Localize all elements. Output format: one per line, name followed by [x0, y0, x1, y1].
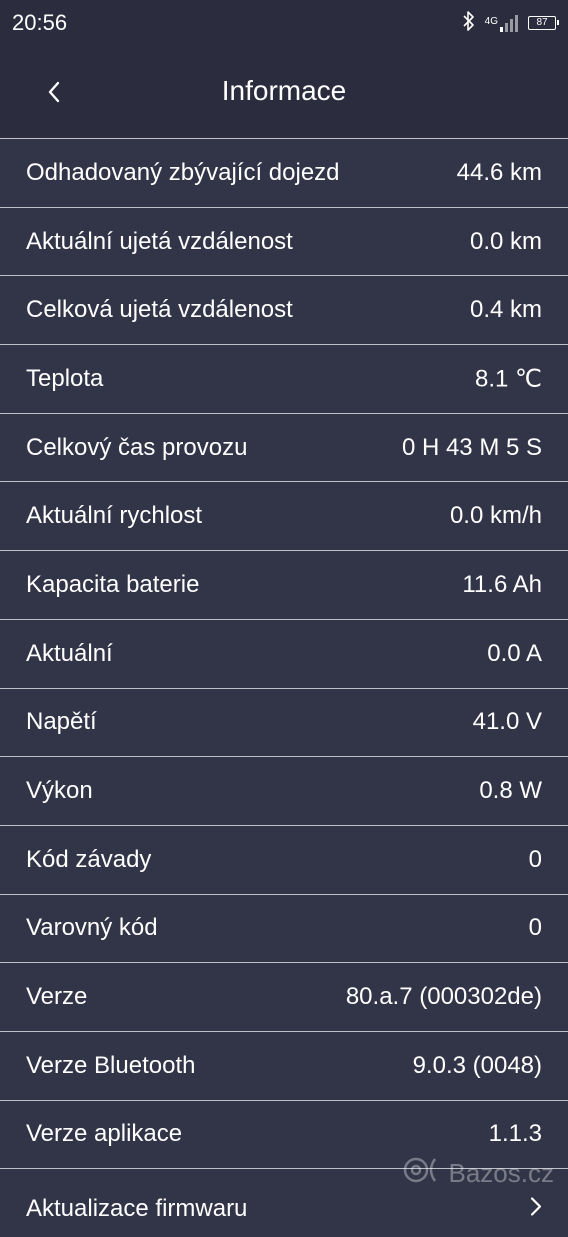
info-list: Odhadovaný zbývající dojezd 44.6 km Aktu…	[0, 138, 568, 1237]
info-row: Aktuální rychlost 0.0 km/h	[0, 481, 568, 551]
row-value: 0.0 km	[469, 227, 542, 255]
status-icons: 4G 87	[463, 10, 559, 36]
info-row: Celkový čas provozu 0 H 43 M 5 S	[0, 412, 568, 482]
row-label: Výkon	[26, 777, 93, 805]
row-value: 9.0.3 (0048)	[412, 1051, 542, 1079]
row-value: 0	[528, 845, 542, 873]
row-value: 44.6 km	[456, 158, 542, 186]
info-row: Verze Bluetooth 9.0.3 (0048)	[0, 1030, 568, 1100]
row-label: Verze	[26, 983, 88, 1011]
row-value: 0.8 W	[479, 777, 542, 805]
row-label: Celkový čas provozu	[26, 433, 248, 461]
row-value: 0 H 43 M 5 S	[401, 433, 542, 461]
row-label: Napětí	[26, 708, 97, 736]
info-row: Verze 80.a.7 (000302de)	[0, 962, 568, 1031]
row-label: Celková ujetá vzdálenost	[26, 296, 293, 324]
row-value: 0.0 A	[487, 639, 542, 667]
row-value: 0.4 km	[469, 296, 542, 324]
info-row: Celková ujetá vzdálenost 0.4 km	[0, 275, 568, 345]
row-value: 0	[528, 914, 542, 942]
battery-icon: 87	[528, 16, 559, 30]
header: Informace	[0, 48, 568, 138]
chevron-right-icon	[530, 1197, 542, 1222]
watermark: Bazos.cz	[401, 1155, 555, 1192]
status-time: 20:56	[12, 10, 68, 35]
bluetooth-icon	[463, 10, 475, 36]
network-type-label: 4G	[484, 16, 498, 27]
info-row: Odhadovaný zbývající dojezd 44.6 km	[0, 138, 568, 207]
row-label: Odhadovaný zbývající dojezd	[26, 158, 340, 186]
page-title: Informace	[221, 75, 347, 106]
row-label: Aktuální rychlost	[26, 502, 203, 530]
info-row: Kapacita baterie 11.6 Ah	[0, 550, 568, 619]
row-label: Verze Bluetooth	[26, 1051, 196, 1079]
row-label: Aktuální ujetá vzdálenost	[26, 227, 293, 255]
row-value: 0.0 km/h	[449, 502, 542, 530]
battery-level: 87	[536, 17, 548, 28]
row-value: 11.6 Ah	[462, 570, 542, 598]
row-value: 80.a.7 (000302de)	[345, 983, 542, 1011]
info-row: Kód závady 0	[0, 824, 568, 894]
status-bar: 20:56 4G 87	[0, 0, 568, 48]
row-label: Kapacita baterie	[26, 570, 200, 598]
row-value: 8.1 ℃	[475, 365, 542, 393]
info-row: Varovný kód 0	[0, 893, 568, 963]
row-label: Kód závady	[26, 845, 152, 873]
info-row: Výkon 0.8 W	[0, 756, 568, 825]
row-label: Verze aplikace	[26, 1120, 183, 1148]
info-row: Napětí 41.0 V	[0, 687, 568, 757]
info-row: Aktuální ujetá vzdálenost 0.0 km	[0, 206, 568, 276]
row-label: Varovný kód	[26, 914, 158, 942]
row-value: 41.0 V	[472, 708, 542, 736]
row-label: Aktuální	[26, 639, 113, 667]
row-value: 1.1.3	[488, 1120, 542, 1148]
row-label: Teplota	[26, 364, 104, 392]
signal-icon: 4G	[485, 14, 518, 32]
watermark-text: Bazos.cz	[448, 1158, 555, 1188]
info-row: Teplota 8.1 ℃	[0, 344, 568, 413]
info-row: Aktuální 0.0 A	[0, 618, 568, 688]
watermark-logo-icon	[401, 1155, 445, 1192]
